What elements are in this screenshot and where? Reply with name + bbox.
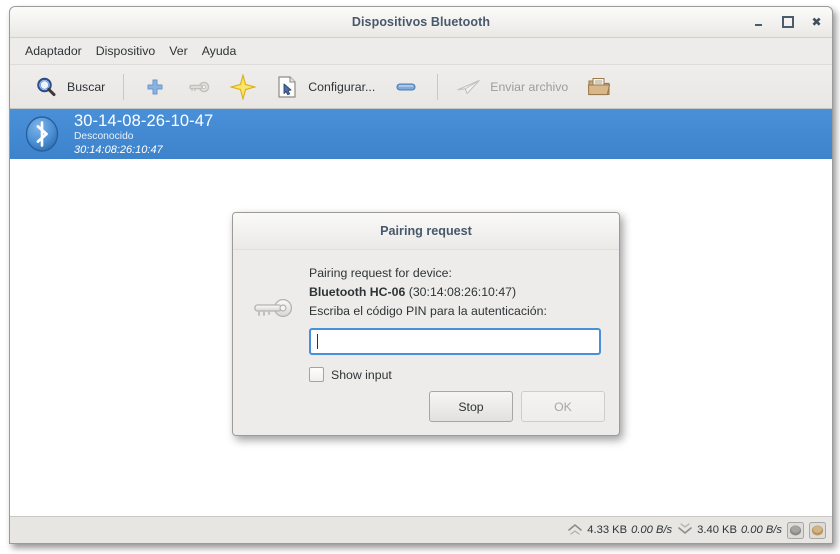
toolbar: Buscar Configurar... Enviar archivo xyxy=(10,65,832,109)
toolbar-separator-2 xyxy=(437,73,439,100)
upload-total: 4.33 KB xyxy=(587,524,628,536)
maximize-button[interactable] xyxy=(780,15,795,30)
remove-device-button[interactable] xyxy=(384,71,428,103)
upload-stat: 4.33 KB 0.00 B/s xyxy=(567,522,672,539)
menu-item-adaptador[interactable]: Adaptador xyxy=(18,41,89,61)
browse-files-button[interactable] xyxy=(577,71,621,103)
dialog-line-1: Pairing request for device: xyxy=(309,266,452,280)
device-address: 30:14:08:26:10:47 xyxy=(74,143,163,156)
minimize-button[interactable] xyxy=(751,15,766,30)
chevron-up-icon xyxy=(567,522,583,539)
close-icon: ✖ xyxy=(811,15,822,29)
toolbar-separator-1 xyxy=(123,73,125,100)
folder-icon xyxy=(586,74,612,100)
text-caret xyxy=(317,334,318,350)
dialog-line-3: Escriba el código PIN para la autenticac… xyxy=(309,304,547,319)
bluetooth-icon xyxy=(22,114,62,154)
tray-tan-icon[interactable] xyxy=(809,521,826,539)
paper-plane-icon xyxy=(456,74,482,100)
table-row[interactable]: 30-14-08-26-10-47 Desconocido 30:14:08:2… xyxy=(10,109,832,159)
dialog-title: Pairing request xyxy=(380,224,472,238)
dialog-device-address: (30:14:08:26:10:47) xyxy=(408,285,517,300)
tray-gray-icon[interactable] xyxy=(787,521,804,539)
chevron-down-icon xyxy=(677,522,693,539)
menu-item-dispositivo[interactable]: Dispositivo xyxy=(89,41,162,61)
device-status: Desconocido xyxy=(74,131,134,143)
dialog-device-name: Bluetooth HC-06 xyxy=(309,285,406,300)
menu-item-ver[interactable]: Ver xyxy=(162,41,194,61)
maximize-icon xyxy=(781,16,794,28)
menu-item-ayuda[interactable]: Ayuda xyxy=(195,41,244,61)
window-titlebar[interactable]: Dispositivos Bluetooth ✖ xyxy=(10,7,832,38)
pin-input[interactable] xyxy=(309,328,601,356)
show-input-checkbox-row[interactable]: Show input xyxy=(309,367,601,383)
statusbar: 4.33 KB 0.00 B/s 3.40 KB 0.00 B/s xyxy=(10,516,832,543)
pairing-request-dialog: Pairing request Pairing request for devi… xyxy=(232,212,620,436)
search-button[interactable]: Buscar xyxy=(24,71,114,103)
key-icon xyxy=(251,264,295,330)
search-button-label: Buscar xyxy=(67,79,106,94)
download-total: 3.40 KB xyxy=(697,524,737,536)
dialog-body: Pairing request for device: Bluetooth HC… xyxy=(233,250,619,391)
dialog-content: Pairing request for device: Bluetooth HC… xyxy=(309,264,601,391)
minimize-icon xyxy=(755,24,762,26)
dialog-device-line: Bluetooth HC-06 (30:14:08:26:10:47) xyxy=(309,283,601,302)
menubar: Adaptador Dispositivo Ver Ayuda xyxy=(10,38,832,65)
download-stat: 3.40 KB 0.00 B/s xyxy=(677,522,782,539)
stop-button[interactable]: Stop xyxy=(429,391,513,422)
device-name: 30-14-08-26-10-47 xyxy=(74,111,214,130)
magnifier-icon xyxy=(33,74,59,100)
show-input-label: Show input xyxy=(331,367,392,382)
close-button[interactable]: ✖ xyxy=(809,15,824,30)
setup-button-label: Configurar... xyxy=(308,79,376,94)
upload-rate: 0.00 B/s xyxy=(631,524,673,536)
page-title: Dispositivos Bluetooth xyxy=(351,15,491,29)
send-file-button[interactable]: Enviar archivo xyxy=(447,71,577,103)
key-icon xyxy=(186,74,212,100)
trust-device-button[interactable] xyxy=(221,71,265,103)
setup-button[interactable]: Configurar... xyxy=(265,71,384,103)
device-info: 30-14-08-26-10-47 Desconocido 30:14:08:2… xyxy=(74,112,213,156)
show-input-checkbox[interactable] xyxy=(309,367,324,383)
window-controls: ✖ xyxy=(751,7,824,37)
plus-icon xyxy=(142,74,168,100)
dialog-footer: Stop OK xyxy=(233,391,619,435)
dialog-titlebar: Pairing request xyxy=(233,213,619,250)
desktop-background: Dispositivos Bluetooth ✖ Adaptador Dispo… xyxy=(0,0,840,554)
minus-icon xyxy=(393,74,419,100)
star-icon xyxy=(230,73,257,100)
pair-device-button[interactable] xyxy=(177,71,221,103)
ok-button[interactable]: OK xyxy=(521,391,605,422)
download-rate: 0.00 B/s xyxy=(740,524,782,536)
send-file-button-label: Enviar archivo xyxy=(490,79,569,94)
add-device-button[interactable] xyxy=(133,71,177,103)
document-cursor-icon xyxy=(274,74,300,100)
